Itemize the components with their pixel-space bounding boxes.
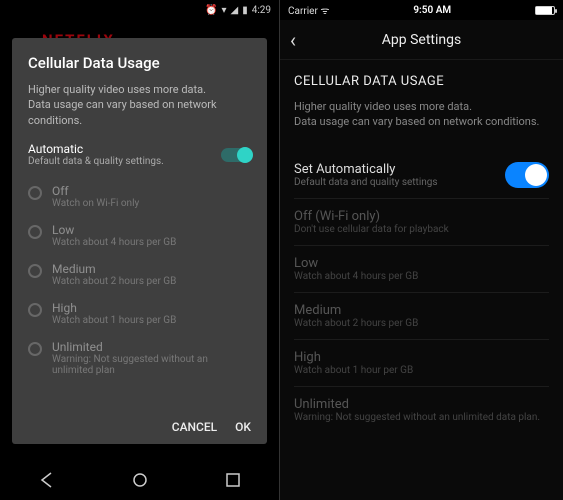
cancel-button[interactable]: CANCEL <box>172 420 217 434</box>
ios-screen: Carrier ︎ᯤ 9:50 AM ‹ App Settings CELLUL… <box>280 0 563 500</box>
dialog-actions: CANCEL OK <box>28 414 251 434</box>
option-low[interactable]: LowWatch about 4 hours per GB <box>28 216 251 255</box>
ios-app-header: ‹ App Settings <box>280 20 563 60</box>
nav-back-icon[interactable] <box>38 471 56 489</box>
wifi-icon: ︎ᯤ <box>320 6 329 17</box>
radio-icon <box>28 303 42 317</box>
automatic-sublabel: Default data & quality settings. <box>28 156 164 167</box>
battery-icon: ▮ <box>242 5 248 16</box>
cell-icon: ◢ <box>230 5 238 16</box>
set-automatically-toggle[interactable] <box>505 162 549 188</box>
back-chevron-icon[interactable]: ‹ <box>290 28 296 52</box>
android-screen: ⏰ ▾ ◢ ▮ 4:29 ← NETFLIX C N AN Q SC C BC … <box>0 0 280 500</box>
ok-button[interactable]: OK <box>235 420 251 434</box>
radio-icon <box>28 225 42 239</box>
radio-icon <box>28 264 42 278</box>
radio-icon <box>28 186 42 200</box>
set-automatically-label: Set Automatically <box>294 162 438 177</box>
option-high[interactable]: HighWatch about 1 hours per GB <box>28 294 251 333</box>
section-description: Higher quality video uses more data. Dat… <box>294 99 549 130</box>
wifi-icon: ▾ <box>221 5 226 16</box>
option-medium[interactable]: MediumWatch about 2 hours per GB <box>28 255 251 294</box>
option-off[interactable]: OffWatch on Wi-Fi only <box>28 177 251 216</box>
set-automatically-sublabel: Default data and quality settings <box>294 177 438 188</box>
ios-content: CELLULAR DATA USAGE Higher quality video… <box>280 60 563 447</box>
battery-indicator <box>535 6 555 15</box>
header-title: App Settings <box>382 32 461 48</box>
cellular-data-dialog: Cellular Data Usage Higher quality video… <box>12 38 267 444</box>
option-unlimited[interactable]: UnlimitedWarning: Not suggested without … <box>294 387 549 433</box>
option-medium[interactable]: MediumWatch about 2 hours per GB <box>294 293 549 340</box>
automatic-toggle[interactable] <box>221 148 251 162</box>
section-title: CELLULAR DATA USAGE <box>294 74 549 89</box>
set-automatically-row[interactable]: Set Automatically Default data and quali… <box>294 152 549 199</box>
option-unlimited[interactable]: UnlimitedWarning: Not suggested without … <box>28 333 251 383</box>
dialog-description: Higher quality video uses more data. Dat… <box>28 82 251 128</box>
option-low[interactable]: LowWatch about 4 hours per GB <box>294 246 549 293</box>
option-high[interactable]: HighWatch about 1 hour per GB <box>294 340 549 387</box>
carrier-label: Carrier ︎ᯤ <box>288 3 329 17</box>
dialog-title: Cellular Data Usage <box>28 54 251 72</box>
nav-recent-icon[interactable] <box>225 472 241 488</box>
status-time: 9:50 AM <box>413 5 451 16</box>
ios-status-bar: Carrier ︎ᯤ 9:50 AM <box>280 0 563 20</box>
android-nav-bar <box>0 460 279 500</box>
nav-home-icon[interactable] <box>132 472 148 488</box>
option-off-wifi[interactable]: Off (Wi-Fi only)Don't use cellular data … <box>294 199 549 246</box>
radio-icon <box>28 342 42 356</box>
quality-options-list: OffWatch on Wi-Fi only LowWatch about 4 … <box>28 177 251 414</box>
android-status-bar: ⏰ ▾ ◢ ▮ 4:29 <box>0 0 279 20</box>
automatic-row[interactable]: Automatic Default data & quality setting… <box>28 142 251 167</box>
alarm-icon: ⏰ <box>205 5 217 16</box>
status-time: 4:29 <box>252 5 271 16</box>
automatic-label: Automatic <box>28 142 164 156</box>
